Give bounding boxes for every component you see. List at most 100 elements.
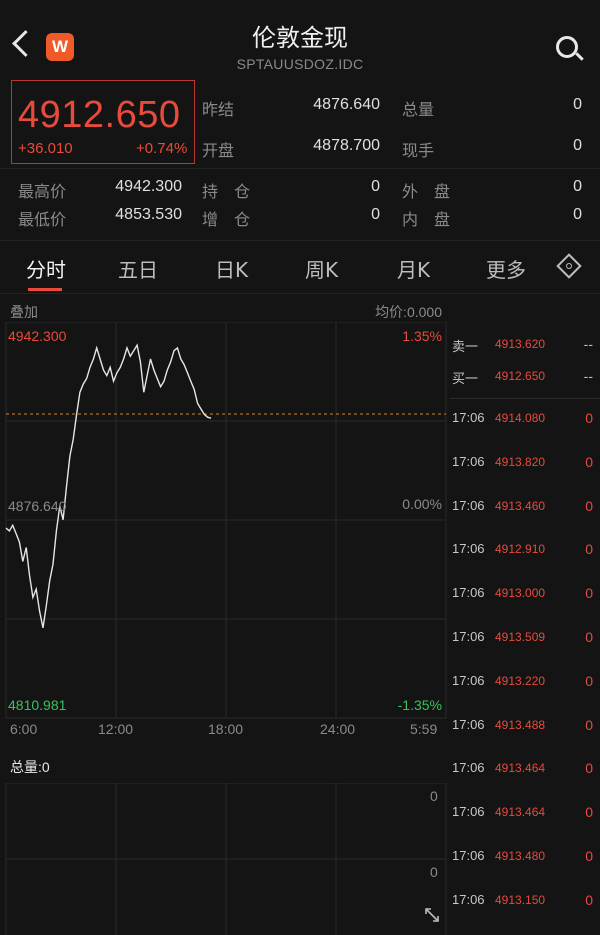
tab-monthly-k[interactable]: 月K — [397, 254, 430, 283]
volume-grid — [5, 783, 447, 935]
order-price: 4913.620 — [495, 337, 546, 351]
tick-price: 4913.464 — [495, 805, 546, 820]
tab-weekly-k[interactable]: 周K — [305, 254, 338, 283]
tick-time: 17:06 — [452, 453, 485, 469]
stat-value-open: 4878.700 — [313, 137, 380, 154]
symbol-code: SPTAUUSDOZ.IDC — [236, 56, 364, 72]
tick-price: 4913.509 — [495, 630, 546, 644]
order-label: 买一 — [452, 371, 479, 386]
tick-row: 17:06 4913.220 0 — [452, 673, 598, 693]
tick-price: 4913.150 — [495, 892, 546, 907]
tick-price: 4913.488 — [495, 717, 546, 732]
tick-price: 4913.464 — [495, 761, 546, 776]
tick-price: 4913.220 — [495, 673, 546, 688]
tab-more[interactable]: 更多 — [486, 254, 526, 283]
tick-volume: 0 — [585, 497, 593, 514]
avg-price-label: 均价:0.000 — [375, 304, 442, 320]
x-tick: 12:00 — [98, 721, 134, 737]
tick-row: 17:06 4913.480 0 — [452, 848, 598, 868]
tick-time: 17:06 — [452, 585, 485, 601]
stat-value-outer-disk: 0 — [573, 178, 582, 195]
volume-label: 总量:0 — [10, 759, 50, 775]
tick-row: 17:06 4913.820 0 — [452, 454, 598, 474]
tick-time: 17:06 — [452, 848, 485, 863]
intraday-chart[interactable] — [0, 322, 450, 720]
settings-icon[interactable] — [556, 253, 582, 279]
tick-volume: 0 — [585, 585, 593, 602]
tick-volume: 0 — [585, 410, 593, 426]
divider — [0, 293, 600, 294]
tick-volume: 0 — [585, 760, 593, 777]
stat-label-open: 开盘 — [202, 141, 235, 160]
stat-label-outer-disk: 外 盘 — [402, 182, 451, 201]
tick-row: 17:06 4913.509 0 — [452, 629, 598, 649]
stat-label-inner-disk: 内 盘 — [402, 210, 451, 229]
overlay-button[interactable]: 叠加 — [10, 302, 38, 322]
tick-row: 17:06 4912.910 0 — [452, 541, 598, 561]
x-tick: 18:00 — [208, 721, 244, 737]
volume-tick: 0 — [430, 864, 438, 880]
tick-row: 17:06 4913.464 0 — [452, 760, 598, 780]
stat-label-total-volume: 总量 — [402, 100, 435, 119]
tick-price: 4913.460 — [495, 498, 546, 513]
pct-axis-min: -1.35% — [397, 697, 442, 713]
tab-intraday[interactable]: 分时 — [26, 254, 66, 283]
tick-price: 4913.000 — [495, 586, 546, 601]
tab-daily-k[interactable]: 日K — [215, 254, 248, 283]
search-icon[interactable] — [556, 36, 578, 58]
y-axis-max: 4942.300 — [8, 328, 67, 344]
tab-five-day[interactable]: 五日 — [118, 254, 158, 283]
tick-volume: 0 — [585, 891, 593, 908]
stat-value-current-hand: 0 — [573, 137, 582, 154]
order-volume: -- — [583, 336, 593, 352]
stat-value-open-interest: 0 — [371, 178, 380, 195]
x-tick: 24:00 — [320, 721, 356, 737]
pct-axis-max: 1.35% — [402, 328, 442, 344]
expand-icon[interactable] — [422, 905, 442, 925]
divider — [0, 168, 600, 169]
tick-price: 4914.080 — [495, 411, 546, 425]
stat-value-inner-disk: 0 — [573, 206, 582, 223]
tick-row: 17:06 4913.000 0 — [452, 585, 598, 605]
tick-row: 17:06 4913.464 0 — [452, 804, 598, 824]
x-tick: 5:59 — [410, 721, 438, 737]
tick-time: 17:06 — [452, 716, 485, 732]
stat-label-open-interest: 持 仓 — [202, 182, 251, 201]
price-change-pct: +0.74% — [136, 140, 188, 157]
tick-price: 4912.910 — [495, 542, 546, 557]
stat-label-oi-change: 增 仓 — [202, 210, 251, 229]
y-axis-mid: 4876.640 — [8, 498, 67, 514]
divider — [450, 398, 600, 399]
pct-axis-mid: 0.00% — [402, 496, 442, 512]
tick-volume: 0 — [585, 672, 593, 689]
order-book-bid1: 买一 4912.650 -- — [452, 368, 598, 388]
page-title: 伦敦金现 — [252, 24, 348, 52]
tick-price: 4913.480 — [495, 849, 546, 863]
tick-time: 17:06 — [452, 891, 485, 907]
stat-value-oi-change: 0 — [371, 206, 380, 223]
stat-value-total-volume: 0 — [573, 96, 582, 113]
divider — [0, 240, 600, 241]
stat-label-prev-settle: 昨结 — [202, 100, 235, 119]
tick-row: 17:06 4913.488 0 — [452, 717, 598, 737]
stat-value-low: 4853.530 — [115, 206, 182, 223]
tick-row: 17:06 4914.080 0 — [452, 410, 598, 430]
tick-volume: 0 — [585, 804, 593, 821]
y-axis-min: 4810.981 — [8, 697, 67, 713]
tick-volume: 0 — [585, 629, 593, 645]
stat-value-high: 4942.300 — [115, 178, 182, 195]
chart-grid — [5, 322, 447, 719]
volume-tick: 0 — [430, 788, 438, 804]
stat-label-current-hand: 现手 — [402, 141, 435, 160]
volume-chart[interactable] — [0, 783, 450, 935]
tick-price: 4913.820 — [495, 454, 546, 469]
stat-label-high: 最高价 — [18, 182, 67, 201]
price-change: +36.010 — [18, 140, 73, 157]
tick-time: 17:06 — [452, 410, 485, 425]
tick-time: 17:06 — [452, 541, 485, 557]
x-tick: 6:00 — [10, 721, 38, 737]
tick-time: 17:06 — [452, 804, 485, 820]
tick-volume: 0 — [585, 541, 593, 558]
active-tab-indicator — [28, 288, 62, 291]
tick-time: 17:06 — [452, 672, 485, 688]
